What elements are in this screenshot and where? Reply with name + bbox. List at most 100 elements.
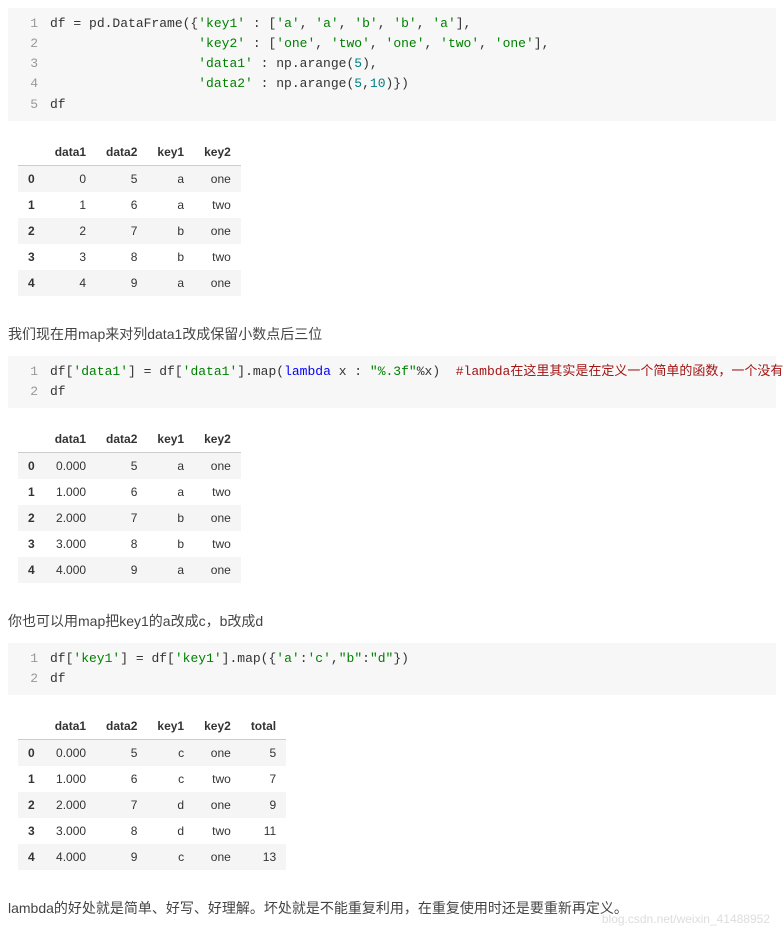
- table-cell: 0.000: [45, 452, 96, 479]
- table-cell: one: [194, 505, 241, 531]
- column-header: data2: [96, 139, 147, 166]
- table-cell: c: [147, 740, 194, 767]
- row-index: 0: [18, 452, 45, 479]
- table-cell: a: [147, 270, 194, 296]
- code-line: 4 'data2' : np.arange(5,10)}): [8, 74, 776, 94]
- column-header: key2: [194, 139, 241, 166]
- row-index: 2: [18, 792, 45, 818]
- table-cell: 0.000: [45, 740, 96, 767]
- table-row: 116atwo: [18, 192, 241, 218]
- table-row: 11.0006ctwo7: [18, 766, 286, 792]
- table-cell: 5: [96, 452, 147, 479]
- table-cell: c: [147, 844, 194, 870]
- line-number: 1: [8, 649, 50, 669]
- row-index: 3: [18, 244, 45, 270]
- table-cell: 1.000: [45, 479, 96, 505]
- table-cell: a: [147, 479, 194, 505]
- table-cell: 7: [96, 218, 147, 244]
- column-header: key1: [147, 713, 194, 740]
- table-cell: 6: [96, 766, 147, 792]
- table-cell: one: [194, 792, 241, 818]
- table-cell: 0: [45, 165, 96, 192]
- output-table-3: data1data2key1key2total00.0005cone511.00…: [18, 713, 286, 870]
- table-cell: 3.000: [45, 818, 96, 844]
- table-cell: 7: [96, 792, 147, 818]
- table-cell: 8: [96, 531, 147, 557]
- code-content: 'key2' : ['one', 'two', 'one', 'two', 'o…: [50, 34, 549, 54]
- code-line: 3 'data1' : np.arange(5),: [8, 54, 776, 74]
- column-header: key2: [194, 426, 241, 453]
- table-cell: one: [194, 452, 241, 479]
- table-cell: one: [194, 165, 241, 192]
- column-header: data1: [45, 139, 96, 166]
- table-cell: 1.000: [45, 766, 96, 792]
- table-cell: 5: [241, 740, 286, 767]
- table-cell: 2.000: [45, 792, 96, 818]
- table-cell: one: [194, 270, 241, 296]
- code-content: 'data2' : np.arange(5,10)}): [50, 74, 409, 94]
- table-cell: one: [194, 740, 241, 767]
- row-index: 4: [18, 844, 45, 870]
- table-cell: 7: [96, 505, 147, 531]
- row-index: 4: [18, 557, 45, 583]
- table-cell: 1: [45, 192, 96, 218]
- line-number: 5: [8, 95, 50, 115]
- output-table-1: data1data2key1key2005aone116atwo227bone3…: [18, 139, 241, 296]
- table-cell: 2: [45, 218, 96, 244]
- column-header: data1: [45, 426, 96, 453]
- table-cell: 9: [96, 270, 147, 296]
- table-row: 11.0006atwo: [18, 479, 241, 505]
- table-cell: d: [147, 818, 194, 844]
- table-cell: b: [147, 244, 194, 270]
- table-cell: 9: [96, 844, 147, 870]
- table-cell: two: [194, 818, 241, 844]
- table-cell: 4.000: [45, 844, 96, 870]
- table-cell: c: [147, 766, 194, 792]
- line-number: 4: [8, 74, 50, 94]
- table-cell: two: [194, 766, 241, 792]
- table-cell: one: [194, 844, 241, 870]
- table-row: 33.0008dtwo11: [18, 818, 286, 844]
- table-cell: d: [147, 792, 194, 818]
- table-cell: a: [147, 192, 194, 218]
- table-cell: 7: [241, 766, 286, 792]
- code-cell-2: 1df['data1'] = df['data1'].map(lambda x …: [8, 356, 776, 408]
- table-cell: 2.000: [45, 505, 96, 531]
- table-row: 338btwo: [18, 244, 241, 270]
- code-content: df['data1'] = df['data1'].map(lambda x :…: [50, 362, 784, 382]
- code-content: df = pd.DataFrame({'key1' : ['a', 'a', '…: [50, 14, 471, 34]
- code-line: 1df = pd.DataFrame({'key1' : ['a', 'a', …: [8, 14, 776, 34]
- table-cell: 8: [96, 818, 147, 844]
- paragraph-1: 我们现在用map来对列data1改成保留小数点后三位: [8, 324, 776, 344]
- line-number: 1: [8, 362, 50, 382]
- code-content: df: [50, 95, 66, 115]
- table-row: 00.0005aone: [18, 452, 241, 479]
- code-content: df: [50, 382, 66, 402]
- row-index: 2: [18, 505, 45, 531]
- table-cell: b: [147, 531, 194, 557]
- column-header: key2: [194, 713, 241, 740]
- code-line: 1df['key1'] = df['key1'].map({'a':'c',"b…: [8, 649, 776, 669]
- line-number: 2: [8, 382, 50, 402]
- table-row: 44.0009aone: [18, 557, 241, 583]
- table-row: 227bone: [18, 218, 241, 244]
- table-cell: two: [194, 479, 241, 505]
- table-cell: a: [147, 452, 194, 479]
- table-row: 00.0005cone5: [18, 740, 286, 767]
- code-content: df: [50, 669, 66, 689]
- table-row: 44.0009cone13: [18, 844, 286, 870]
- table-cell: 4.000: [45, 557, 96, 583]
- line-number: 3: [8, 54, 50, 74]
- table-cell: 6: [96, 192, 147, 218]
- table-cell: 3.000: [45, 531, 96, 557]
- table-cell: 8: [96, 244, 147, 270]
- code-line: 5df: [8, 95, 776, 115]
- table-cell: 5: [96, 165, 147, 192]
- row-index: 1: [18, 479, 45, 505]
- table-cell: 13: [241, 844, 286, 870]
- table-cell: b: [147, 218, 194, 244]
- row-index: 1: [18, 192, 45, 218]
- code-content: df['key1'] = df['key1'].map({'a':'c',"b"…: [50, 649, 409, 669]
- table-cell: 5: [96, 740, 147, 767]
- code-cell-1: 1df = pd.DataFrame({'key1' : ['a', 'a', …: [8, 8, 776, 121]
